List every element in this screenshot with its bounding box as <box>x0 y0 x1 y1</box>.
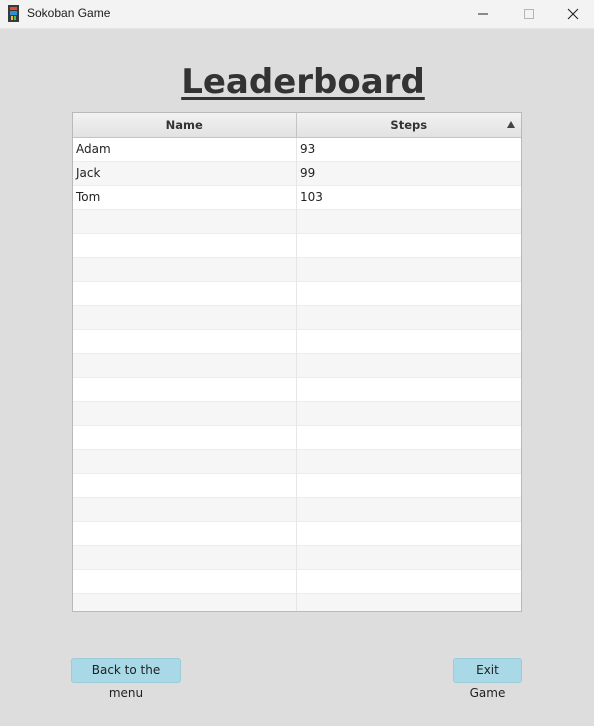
steps-cell <box>297 450 521 474</box>
table-header: Name Steps <box>73 113 521 138</box>
name-cell <box>73 474 297 498</box>
name-cell <box>73 546 297 570</box>
empty-table-row[interactable] <box>73 546 521 570</box>
name-cell <box>73 594 297 611</box>
close-icon <box>567 8 579 20</box>
name-cell: Jack <box>73 162 297 186</box>
back-to-menu-button[interactable]: Back to the menu <box>71 658 181 700</box>
name-cell <box>73 498 297 522</box>
steps-cell <box>297 354 521 378</box>
steps-cell <box>297 210 521 234</box>
table-row[interactable]: Tom 103 <box>73 186 521 210</box>
maximize-icon <box>524 9 534 19</box>
empty-table-row[interactable] <box>73 282 521 306</box>
steps-cell <box>297 258 521 282</box>
title-bar[interactable]: Sokoban Game <box>0 0 594 29</box>
name-cell <box>73 330 297 354</box>
name-cell <box>73 426 297 450</box>
empty-table-row[interactable] <box>73 378 521 402</box>
name-cell <box>73 234 297 258</box>
steps-cell <box>297 570 521 594</box>
name-cell: Tom <box>73 186 297 210</box>
steps-cell <box>297 330 521 354</box>
empty-table-row[interactable] <box>73 258 521 282</box>
column-header-name[interactable]: Name <box>73 113 297 137</box>
empty-table-row[interactable] <box>73 426 521 450</box>
steps-cell <box>297 594 521 611</box>
empty-table-row[interactable] <box>73 570 521 594</box>
steps-cell <box>297 402 521 426</box>
empty-table-row[interactable] <box>73 474 521 498</box>
steps-cell: 103 <box>300 190 323 204</box>
steps-cell <box>297 234 521 258</box>
sort-ascending-icon <box>507 121 515 128</box>
steps-cell <box>297 522 521 546</box>
window-title: Sokoban Game <box>27 6 111 20</box>
steps-cell <box>297 282 521 306</box>
maximize-button[interactable] <box>506 0 552 28</box>
name-cell <box>73 570 297 594</box>
column-header-label: Steps <box>390 118 428 132</box>
empty-table-row[interactable] <box>73 210 521 234</box>
leaderboard-heading: Leaderboard <box>181 62 425 102</box>
empty-table-row[interactable] <box>73 330 521 354</box>
steps-cell <box>297 426 521 450</box>
name-cell <box>73 378 297 402</box>
table-row[interactable]: Jack 99 <box>73 162 521 186</box>
steps-cell <box>297 498 521 522</box>
steps-cell <box>297 378 521 402</box>
empty-table-row[interactable] <box>73 234 521 258</box>
table-body: Adam 93 Jack 99 Tom 103 <box>73 138 521 611</box>
name-cell <box>73 522 297 546</box>
close-button[interactable] <box>550 0 594 28</box>
app-window: Sokoban Game Leaderboard Name Steps Adam… <box>0 0 594 726</box>
name-cell <box>73 354 297 378</box>
exit-game-button[interactable]: Exit Game <box>453 658 522 700</box>
minimize-button[interactable] <box>460 0 506 28</box>
name-cell <box>73 210 297 234</box>
column-header-steps[interactable]: Steps <box>297 113 522 137</box>
steps-cell <box>297 474 521 498</box>
name-cell <box>73 450 297 474</box>
table-row[interactable]: Adam 93 <box>73 138 521 162</box>
name-cell <box>73 258 297 282</box>
minimize-icon <box>478 13 488 15</box>
steps-cell <box>297 306 521 330</box>
name-cell <box>73 282 297 306</box>
leaderboard-table[interactable]: Name Steps Adam 93 Jack 99 Tom 103 <box>72 112 522 612</box>
steps-cell <box>297 546 521 570</box>
empty-table-row[interactable] <box>73 354 521 378</box>
empty-table-row[interactable] <box>73 402 521 426</box>
empty-table-row[interactable] <box>73 594 521 611</box>
sokoban-app-icon <box>8 5 19 22</box>
steps-cell: 99 <box>300 166 316 180</box>
name-cell <box>73 402 297 426</box>
name-cell <box>73 306 297 330</box>
empty-table-row[interactable] <box>73 498 521 522</box>
empty-table-row[interactable] <box>73 306 521 330</box>
empty-table-row[interactable] <box>73 522 521 546</box>
name-cell: Adam <box>73 138 297 162</box>
steps-cell: 93 <box>300 142 316 156</box>
empty-table-row[interactable] <box>73 450 521 474</box>
column-header-label: Name <box>165 118 203 132</box>
